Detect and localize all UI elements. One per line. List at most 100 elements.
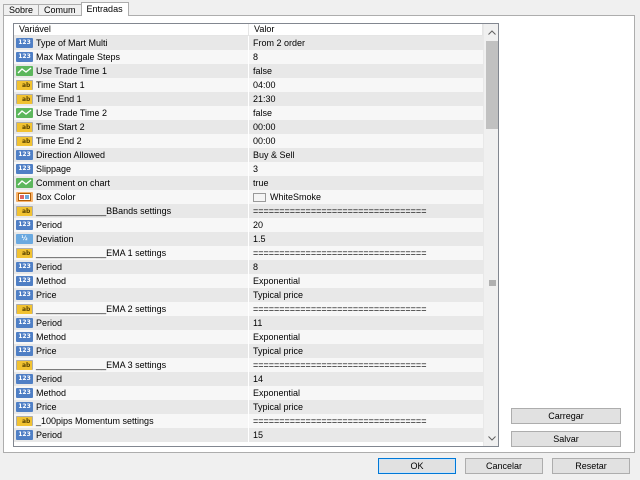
value-cell[interactable]: 1.5 [249, 232, 483, 246]
table-row[interactable]: 123 Price Typical price [14, 400, 483, 414]
table-row[interactable]: ab Time End 2 00:00 [14, 134, 483, 148]
variable-name: Time End 2 [36, 135, 82, 146]
table-row[interactable]: Use Trade Time 2 false [14, 106, 483, 120]
value-cell[interactable]: false [249, 106, 483, 120]
scroll-down-button[interactable] [484, 430, 498, 446]
table-row[interactable]: 123 Period 15 [14, 428, 483, 442]
variable-value: ================================= [253, 303, 427, 314]
value-cell[interactable]: true [249, 176, 483, 190]
value-cell[interactable]: 8 [249, 50, 483, 64]
table-row[interactable]: Box Color WhiteSmoke [14, 190, 483, 204]
table-row[interactable]: 123 Method Exponential [14, 386, 483, 400]
table-row[interactable]: ab ______________BBands settings =========… [14, 204, 483, 218]
value-cell[interactable]: 04:00 [249, 78, 483, 92]
table-row[interactable]: ab Time End 1 21:30 [14, 92, 483, 106]
table-row[interactable]: 123 Period 20 [14, 218, 483, 232]
variable-name: Price [36, 289, 57, 300]
table-row[interactable]: 123 Max Matingale Steps 8 [14, 50, 483, 64]
table-row[interactable]: 123 Direction Allowed Buy & Sell [14, 148, 483, 162]
vertical-scrollbar[interactable] [483, 24, 498, 446]
table-row[interactable]: ab ______________EMA 2 settings ==========… [14, 302, 483, 316]
value-cell[interactable]: From 2 order [249, 36, 483, 50]
value-cell[interactable]: Typical price [249, 344, 483, 358]
variable-value: 8 [253, 261, 259, 272]
value-cell[interactable]: ================================= [249, 302, 483, 316]
scroll-thumb[interactable] [486, 41, 498, 129]
value-cell[interactable]: 15 [249, 428, 483, 442]
variable-cell: 123 Price [14, 288, 249, 302]
variable-cell: 123 Price [14, 344, 249, 358]
value-cell[interactable]: Exponential [249, 274, 483, 288]
variable-name: Time Start 2 [36, 121, 85, 132]
table-row[interactable]: ½ Deviation 1.5 [14, 232, 483, 246]
value-cell[interactable]: 11 [249, 316, 483, 330]
scroll-up-button[interactable] [484, 24, 498, 40]
table-row[interactable]: ab _100pips Momentum settings ============… [14, 414, 483, 428]
variable-name: Time End 1 [36, 93, 82, 104]
value-cell[interactable]: Typical price [249, 288, 483, 302]
value-cell[interactable]: ================================= [249, 414, 483, 428]
variable-value: Typical price [253, 345, 304, 356]
table-row[interactable]: ab ______________EMA 1 settings ==========… [14, 246, 483, 260]
value-cell[interactable]: Typical price [249, 400, 483, 414]
table-row[interactable]: Comment on chart true [14, 176, 483, 190]
variable-name: Comment on chart [36, 177, 111, 188]
value-cell[interactable]: 20 [249, 218, 483, 232]
value-cell[interactable]: 00:00 [249, 120, 483, 134]
value-cell[interactable]: 00:00 [249, 134, 483, 148]
int-type-icon: 123 [16, 318, 33, 328]
reset-button[interactable]: Resetar [552, 458, 630, 474]
string-type-icon: ab [16, 304, 33, 314]
scroll-grip-icon [486, 280, 498, 288]
save-button[interactable]: Salvar [511, 431, 621, 447]
variable-name: Max Matingale Steps [36, 51, 121, 62]
variable-name: ______________EMA 2 settings [36, 303, 167, 314]
variable-value: true [253, 177, 269, 188]
variable-name: Slippage [36, 163, 72, 174]
table-row[interactable]: ab ______________EMA 3 settings ==========… [14, 358, 483, 372]
variable-name: Period [36, 317, 63, 328]
variable-name: Period [36, 373, 63, 384]
tab-entradas[interactable]: Entradas [80, 2, 129, 16]
value-cell[interactable]: ================================= [249, 246, 483, 260]
table-row[interactable]: 123 Price Typical price [14, 344, 483, 358]
variable-name: Price [36, 401, 57, 412]
table-row[interactable]: 123 Slippage 3 [14, 162, 483, 176]
table-row[interactable]: ab Time Start 1 04:00 [14, 78, 483, 92]
table-row[interactable]: ab Time Start 2 00:00 [14, 120, 483, 134]
value-cell[interactable]: 3 [249, 162, 483, 176]
table-row[interactable]: 123 Method Exponential [14, 330, 483, 344]
value-cell[interactable]: 21:30 [249, 92, 483, 106]
table-row[interactable]: 123 Period 14 [14, 372, 483, 386]
ok-button[interactable]: OK [378, 458, 456, 474]
table-row[interactable]: 123 Price Typical price [14, 288, 483, 302]
variable-name: _100pips Momentum settings [36, 415, 154, 426]
table-row[interactable]: 123 Period 8 [14, 260, 483, 274]
variable-value: ================================= [253, 359, 427, 370]
column-header-value[interactable]: Valor [249, 24, 483, 36]
value-cell[interactable]: ================================= [249, 204, 483, 218]
variable-cell: ab Time End 1 [14, 92, 249, 106]
variable-value: false [253, 107, 273, 118]
value-cell[interactable]: Exponential [249, 330, 483, 344]
cancel-button[interactable]: Cancelar [465, 458, 543, 474]
int-type-icon: 123 [16, 430, 33, 440]
value-cell[interactable]: 8 [249, 260, 483, 274]
table-row[interactable]: 123 Type of Mart Multi From 2 order [14, 36, 483, 50]
value-cell[interactable]: Exponential [249, 386, 483, 400]
value-cell[interactable]: ================================= [249, 358, 483, 372]
table-row[interactable]: Use Trade Time 1 false [14, 64, 483, 78]
load-button[interactable]: Carregar [511, 408, 621, 424]
variable-value: 00:00 [253, 121, 276, 132]
value-cell[interactable]: Buy & Sell [249, 148, 483, 162]
double-type-icon: ½ [16, 234, 33, 244]
value-cell[interactable]: WhiteSmoke [249, 190, 483, 204]
column-header-variable[interactable]: Variável [14, 24, 249, 36]
value-cell[interactable]: 14 [249, 372, 483, 386]
variable-cell: ab ______________EMA 3 settings [14, 358, 249, 372]
color-swatch[interactable] [253, 192, 266, 202]
table-row[interactable]: 123 Period 11 [14, 316, 483, 330]
value-cell[interactable]: false [249, 64, 483, 78]
variable-cell: ab Time Start 2 [14, 120, 249, 134]
table-row[interactable]: 123 Method Exponential [14, 274, 483, 288]
